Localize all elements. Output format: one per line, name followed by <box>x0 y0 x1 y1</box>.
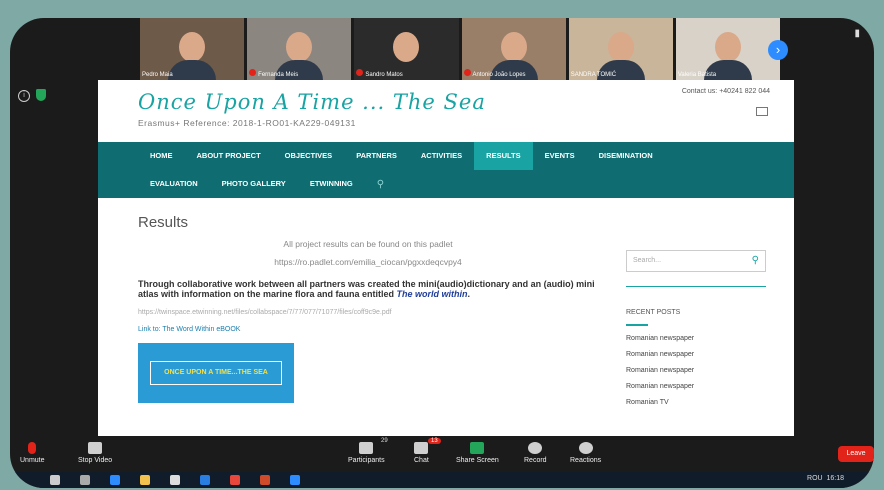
record-icon <box>528 442 543 454</box>
task-view-icon[interactable] <box>80 475 90 485</box>
avatar <box>286 32 313 62</box>
page-title: Results <box>138 214 189 231</box>
recent-posts-title: RECENT POSTS <box>626 309 681 316</box>
participants-icon <box>359 442 374 454</box>
recent-post-link[interactable]: Romanian newspaper <box>626 383 766 390</box>
clock: 16:18 <box>826 475 844 482</box>
record-button[interactable]: Record <box>524 442 547 464</box>
view-icon[interactable]: ▮ <box>854 28 860 39</box>
participant-tile[interactable]: Antonio João Lopes <box>461 18 566 80</box>
system-tray[interactable]: ROU 16:18 <box>807 475 844 482</box>
recent-post-link[interactable]: Romanian newspaper <box>626 351 766 358</box>
search-icon[interactable]: ⚲ <box>365 179 396 190</box>
nav-objectives[interactable]: OBJECTIVES <box>273 142 345 170</box>
recent-post-link[interactable]: Romanian newspaper <box>626 367 766 374</box>
nav-about-project[interactable]: ABOUT PROJECT <box>185 142 273 170</box>
search-icon[interactable] <box>50 475 60 485</box>
chat-button[interactable]: Chat 13 <box>414 438 441 464</box>
erasmus-reference: Erasmus+ Reference: 2018-1-RO01-KA229-04… <box>138 118 356 128</box>
contact-info: Contact us: +40241 822 044 <box>681 88 770 95</box>
participants-count: 29 <box>381 438 388 444</box>
nav-activities[interactable]: ACTIVITIES <box>409 142 474 170</box>
ebook-link[interactable]: Link to: The Word Within eBOOK <box>138 326 598 333</box>
smiley-icon <box>578 442 593 454</box>
site-logo[interactable]: Once Upon A Time ... The Sea <box>138 90 486 114</box>
next-page-button[interactable]: › <box>768 40 788 60</box>
meeting-toolbar: Unmute Stop Video Participants 29 Chat 13 … <box>10 438 874 472</box>
nav-partners[interactable]: PARTNERS <box>344 142 409 170</box>
search-input[interactable]: Search... ⚲ <box>626 250 766 272</box>
nav-photo-gallery[interactable]: PHOTO GALLERY <box>210 170 298 198</box>
pdf-link[interactable]: https://twinspace.etwinning.net/files/co… <box>138 309 598 316</box>
nav-etwinning[interactable]: ETWINNING <box>298 170 365 198</box>
store-icon[interactable] <box>170 475 180 485</box>
windows-taskbar: ROU 16:18 <box>10 472 874 488</box>
avatar <box>714 32 741 62</box>
participant-tile[interactable]: Sandro Matos <box>354 18 459 80</box>
zoom-window: Pedro Maia Fernanda Meis Sandro Matos An… <box>10 18 874 488</box>
participant-name: Valeria Batista <box>677 72 717 78</box>
zoom-icon[interactable] <box>290 475 300 485</box>
chat-badge: 13 <box>428 438 441 444</box>
mail-icon[interactable] <box>756 107 768 116</box>
powerpoint-icon[interactable] <box>260 475 270 485</box>
participant-strip: Pedro Maia Fernanda Meis Sandro Matos An… <box>140 18 781 80</box>
participant-name: Antonio João Lopes <box>472 72 526 78</box>
nav-evaluation[interactable]: EVALUATION <box>138 170 210 198</box>
folder-icon[interactable] <box>140 475 150 485</box>
participant-tile[interactable]: Fernanda Meis <box>247 18 352 80</box>
main-nav: HOME ABOUT PROJECT OBJECTIVES PARTNERS A… <box>98 142 794 198</box>
participant-name: Pedro Maia <box>142 72 173 78</box>
recent-post-link[interactable]: Romanian newspaper <box>626 335 766 342</box>
divider <box>626 286 766 287</box>
sidebar: Search... ⚲ RECENT POSTS Romanian newspap… <box>626 250 766 406</box>
stop-video-button[interactable]: Stop Video <box>78 442 112 464</box>
reactions-button[interactable]: Reactions <box>570 442 601 464</box>
world-within-link[interactable]: The world within <box>397 289 468 299</box>
participant-tile[interactable]: Pedro Maia <box>140 18 245 80</box>
avatar <box>500 32 527 62</box>
participant-tile[interactable]: SANDRA TOMIĆ <box>568 18 673 80</box>
muted-mic-icon <box>356 69 364 76</box>
mic-muted-icon <box>28 442 37 454</box>
padlet-link[interactable]: https://ro.padlet.com/emilia_ciocan/pgxx… <box>138 257 598 267</box>
unmute-button[interactable]: Unmute <box>20 442 45 464</box>
padlet-intro: All project results can be found on this… <box>283 239 453 249</box>
nav-home[interactable]: HOME <box>138 142 185 170</box>
participant-tile[interactable]: Valeria Batista <box>675 18 781 80</box>
muted-mic-icon <box>463 69 471 76</box>
avatar <box>607 32 634 62</box>
avatar <box>393 32 420 62</box>
edge-icon[interactable] <box>110 475 120 485</box>
leave-button[interactable]: Leave <box>838 446 874 462</box>
muted-mic-icon <box>249 69 257 76</box>
participant-name: SANDRA TOMIĆ <box>570 72 617 78</box>
info-icon[interactable]: i <box>18 90 30 102</box>
recent-post-link[interactable]: Romanian TV <box>626 399 766 406</box>
share-screen-button[interactable]: Share Screen <box>456 442 499 464</box>
avatar <box>179 32 206 62</box>
share-screen-icon <box>470 442 485 454</box>
shield-icon[interactable] <box>36 89 46 101</box>
chat-icon <box>414 442 429 454</box>
nav-results[interactable]: RESULTS <box>474 142 533 170</box>
language-indicator: ROU <box>807 475 823 482</box>
search-icon[interactable]: ⚲ <box>752 251 759 271</box>
mail-icon[interactable] <box>200 475 210 485</box>
nav-row: HOME ABOUT PROJECT OBJECTIVES PARTNERS A… <box>138 142 665 170</box>
participants-button[interactable]: Participants 29 <box>348 438 388 464</box>
participant-name: Fernanda Meis <box>258 72 299 78</box>
ebook-cover-image[interactable]: ONCE UPON A TIME...THE SEA <box>138 343 294 403</box>
nav-dissemination[interactable]: DISEMINATION <box>587 142 665 170</box>
nav-row: EVALUATION PHOTO GALLERY ETWINNING ⚲ <box>138 170 396 198</box>
results-paragraph: Through collaborative work between all p… <box>138 279 595 299</box>
nav-events[interactable]: EVENTS <box>533 142 587 170</box>
camera-icon <box>88 442 103 454</box>
chrome-icon[interactable] <box>230 475 240 485</box>
divider <box>626 324 648 326</box>
main-content: Results All project results can be found… <box>138 214 598 403</box>
participant-name: Sandro Matos <box>365 72 403 78</box>
shared-screen-website: Once Upon A Time ... The Sea Erasmus+ Re… <box>98 80 794 436</box>
